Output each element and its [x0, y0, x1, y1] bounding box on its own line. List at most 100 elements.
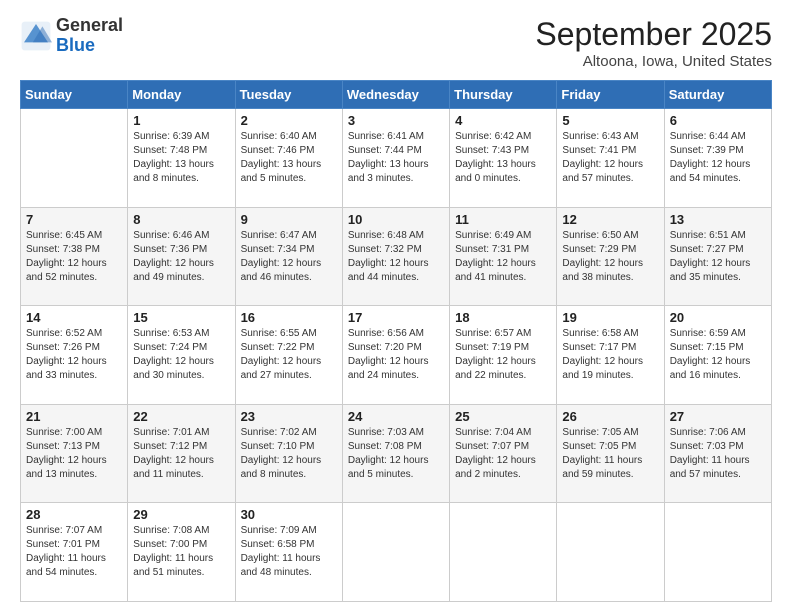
day-info: Sunrise: 6:43 AM Sunset: 7:41 PM Dayligh…	[562, 130, 658, 186]
day-info: Sunrise: 7:06 AM Sunset: 7:03 PM Dayligh…	[670, 426, 766, 482]
day-number: 7	[26, 212, 122, 227]
calendar-cell	[342, 503, 449, 602]
calendar-cell: 28 Sunrise: 7:07 AM Sunset: 7:01 PM Dayli…	[21, 503, 128, 602]
day-info: Sunrise: 7:08 AM Sunset: 7:00 PM Dayligh…	[133, 524, 229, 580]
week-row-2: 14 Sunrise: 6:52 AM Sunset: 7:26 PM Dayli…	[21, 306, 772, 405]
day-number: 27	[670, 409, 766, 424]
logo-text: General Blue	[56, 16, 123, 56]
day-number: 9	[241, 212, 337, 227]
day-info: Sunrise: 7:07 AM Sunset: 7:01 PM Dayligh…	[26, 524, 122, 580]
calendar-cell: 24Sunrise: 7:03 AM Sunset: 7:08 PM Dayli…	[342, 404, 449, 503]
calendar-cell: 29 Sunrise: 7:08 AM Sunset: 7:00 PM Dayli…	[128, 503, 235, 602]
calendar-cell: 4 Sunrise: 6:42 AM Sunset: 7:43 PM Daylig…	[450, 109, 557, 208]
day-number: 16	[241, 310, 337, 325]
day-info: Sunrise: 7:09 AM Sunset: 6:58 PM Dayligh…	[241, 524, 337, 580]
calendar-cell	[21, 109, 128, 208]
calendar-cell: 20Sunrise: 6:59 AM Sunset: 7:15 PM Dayli…	[664, 306, 771, 405]
calendar-cell: 16 Sunrise: 6:55 AM Sunset: 7:22 PM Dayli…	[235, 306, 342, 405]
calendar-page: General Blue September 2025 Altoona, Iow…	[0, 0, 792, 612]
day-number: 1	[133, 113, 229, 128]
calendar-cell: 26 Sunrise: 7:05 AM Sunset: 7:05 PM Dayli…	[557, 404, 664, 503]
day-number: 22	[133, 409, 229, 424]
day-info: Sunrise: 7:05 AM Sunset: 7:05 PM Dayligh…	[562, 426, 658, 482]
day-number: 14	[26, 310, 122, 325]
day-number: 28	[26, 507, 122, 522]
logo-icon	[20, 20, 52, 52]
day-number: 26	[562, 409, 658, 424]
calendar-cell: 30 Sunrise: 7:09 AM Sunset: 6:58 PM Dayli…	[235, 503, 342, 602]
day-number: 20	[670, 310, 766, 325]
calendar-cell: 3 Sunrise: 6:41 AM Sunset: 7:44 PM Daylig…	[342, 109, 449, 208]
day-info: Sunrise: 6:40 AM Sunset: 7:46 PM Dayligh…	[241, 130, 337, 186]
calendar-table: SundayMondayTuesdayWednesdayThursdayFrid…	[20, 80, 772, 602]
day-number: 29	[133, 507, 229, 522]
header: General Blue September 2025 Altoona, Iow…	[20, 16, 772, 70]
weekday-header-friday: Friday	[557, 81, 664, 109]
weekday-header-row: SundayMondayTuesdayWednesdayThursdayFrid…	[21, 81, 772, 109]
calendar-cell: 5 Sunrise: 6:43 AM Sunset: 7:41 PM Daylig…	[557, 109, 664, 208]
day-info: Sunrise: 7:04 AM Sunset: 7:07 PM Dayligh…	[455, 426, 551, 482]
day-number: 3	[348, 113, 444, 128]
day-number: 23	[241, 409, 337, 424]
day-number: 4	[455, 113, 551, 128]
calendar-cell: 22 Sunrise: 7:01 AM Sunset: 7:12 PM Dayli…	[128, 404, 235, 503]
calendar-cell: 7Sunrise: 6:45 AM Sunset: 7:38 PM Daylig…	[21, 207, 128, 306]
day-info: Sunrise: 6:52 AM Sunset: 7:26 PM Dayligh…	[26, 327, 122, 383]
day-info: Sunrise: 6:46 AM Sunset: 7:36 PM Dayligh…	[133, 229, 229, 285]
calendar-cell: 12 Sunrise: 6:50 AM Sunset: 7:29 PM Dayli…	[557, 207, 664, 306]
day-info: Sunrise: 6:58 AM Sunset: 7:17 PM Dayligh…	[562, 327, 658, 383]
calendar-title: September 2025	[535, 16, 772, 53]
calendar-cell: 1Sunrise: 6:39 AM Sunset: 7:48 PM Daylig…	[128, 109, 235, 208]
calendar-cell: 10 Sunrise: 6:48 AM Sunset: 7:32 PM Dayli…	[342, 207, 449, 306]
day-info: Sunrise: 7:00 AM Sunset: 7:13 PM Dayligh…	[26, 426, 122, 482]
calendar-cell: 19 Sunrise: 6:58 AM Sunset: 7:17 PM Dayli…	[557, 306, 664, 405]
day-info: Sunrise: 6:48 AM Sunset: 7:32 PM Dayligh…	[348, 229, 444, 285]
weekday-header-saturday: Saturday	[664, 81, 771, 109]
calendar-cell: 2 Sunrise: 6:40 AM Sunset: 7:46 PM Daylig…	[235, 109, 342, 208]
day-info: Sunrise: 6:42 AM Sunset: 7:43 PM Dayligh…	[455, 130, 551, 186]
week-row-3: 21Sunrise: 7:00 AM Sunset: 7:13 PM Dayli…	[21, 404, 772, 503]
day-number: 25	[455, 409, 551, 424]
weekday-header-thursday: Thursday	[450, 81, 557, 109]
weekday-header-monday: Monday	[128, 81, 235, 109]
calendar-cell: 15 Sunrise: 6:53 AM Sunset: 7:24 PM Dayli…	[128, 306, 235, 405]
day-number: 18	[455, 310, 551, 325]
calendar-cell: 9 Sunrise: 6:47 AM Sunset: 7:34 PM Daylig…	[235, 207, 342, 306]
day-number: 11	[455, 212, 551, 227]
logo-general: General	[56, 16, 123, 36]
calendar-cell: 13Sunrise: 6:51 AM Sunset: 7:27 PM Dayli…	[664, 207, 771, 306]
calendar-cell: 18Sunrise: 6:57 AM Sunset: 7:19 PM Dayli…	[450, 306, 557, 405]
day-number: 5	[562, 113, 658, 128]
day-number: 30	[241, 507, 337, 522]
week-row-4: 28 Sunrise: 7:07 AM Sunset: 7:01 PM Dayli…	[21, 503, 772, 602]
weekday-header-tuesday: Tuesday	[235, 81, 342, 109]
day-number: 12	[562, 212, 658, 227]
weekday-header-wednesday: Wednesday	[342, 81, 449, 109]
day-info: Sunrise: 6:53 AM Sunset: 7:24 PM Dayligh…	[133, 327, 229, 383]
week-row-0: 1Sunrise: 6:39 AM Sunset: 7:48 PM Daylig…	[21, 109, 772, 208]
day-number: 19	[562, 310, 658, 325]
calendar-cell: 25 Sunrise: 7:04 AM Sunset: 7:07 PM Dayli…	[450, 404, 557, 503]
day-info: Sunrise: 7:02 AM Sunset: 7:10 PM Dayligh…	[241, 426, 337, 482]
weekday-header-sunday: Sunday	[21, 81, 128, 109]
calendar-cell: 14 Sunrise: 6:52 AM Sunset: 7:26 PM Dayli…	[21, 306, 128, 405]
day-number: 13	[670, 212, 766, 227]
calendar-cell	[450, 503, 557, 602]
calendar-cell: 11Sunrise: 6:49 AM Sunset: 7:31 PM Dayli…	[450, 207, 557, 306]
day-number: 2	[241, 113, 337, 128]
day-number: 10	[348, 212, 444, 227]
day-info: Sunrise: 7:03 AM Sunset: 7:08 PM Dayligh…	[348, 426, 444, 482]
day-info: Sunrise: 7:01 AM Sunset: 7:12 PM Dayligh…	[133, 426, 229, 482]
logo: General Blue	[20, 16, 123, 56]
week-row-1: 7Sunrise: 6:45 AM Sunset: 7:38 PM Daylig…	[21, 207, 772, 306]
calendar-subtitle: Altoona, Iowa, United States	[535, 53, 772, 70]
day-number: 15	[133, 310, 229, 325]
day-info: Sunrise: 6:56 AM Sunset: 7:20 PM Dayligh…	[348, 327, 444, 383]
day-info: Sunrise: 6:50 AM Sunset: 7:29 PM Dayligh…	[562, 229, 658, 285]
calendar-cell: 27 Sunrise: 7:06 AM Sunset: 7:03 PM Dayli…	[664, 404, 771, 503]
calendar-cell: 8Sunrise: 6:46 AM Sunset: 7:36 PM Daylig…	[128, 207, 235, 306]
day-info: Sunrise: 6:47 AM Sunset: 7:34 PM Dayligh…	[241, 229, 337, 285]
day-info: Sunrise: 6:55 AM Sunset: 7:22 PM Dayligh…	[241, 327, 337, 383]
day-info: Sunrise: 6:41 AM Sunset: 7:44 PM Dayligh…	[348, 130, 444, 186]
day-number: 6	[670, 113, 766, 128]
